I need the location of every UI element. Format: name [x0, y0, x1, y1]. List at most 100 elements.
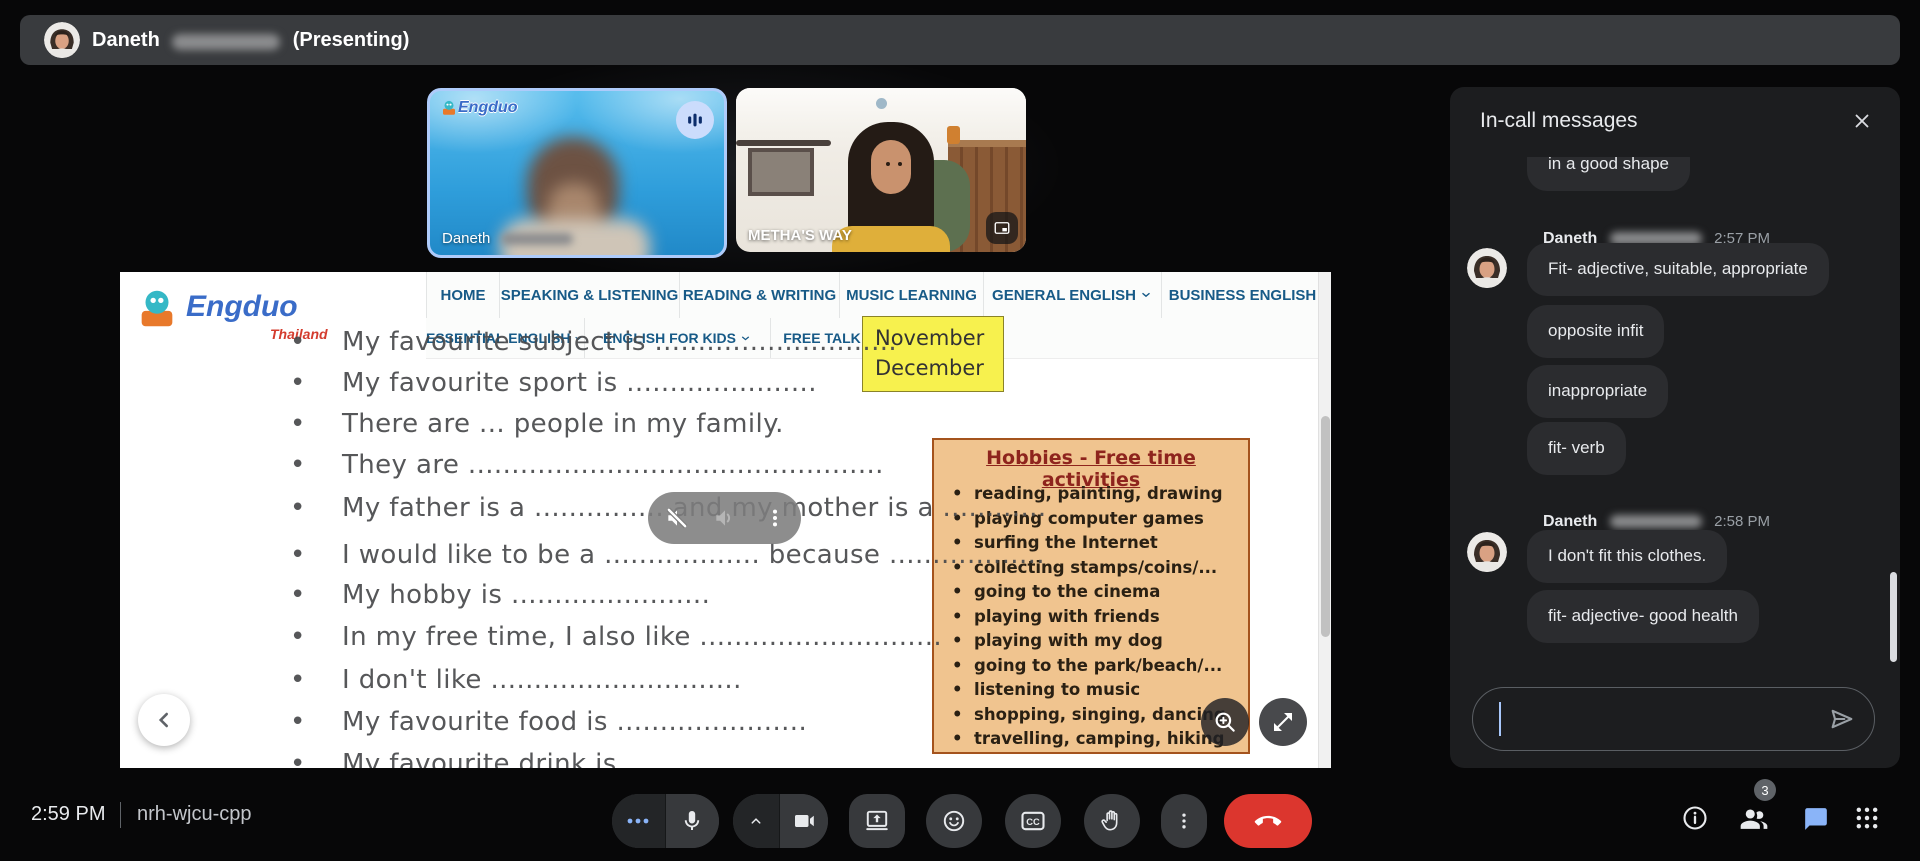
avatar [44, 22, 80, 58]
video-tile-methas-way[interactable]: METHA'S WAY [736, 88, 1026, 252]
microphone-control[interactable] [612, 794, 719, 848]
camera-off-button[interactable] [779, 794, 828, 848]
engduo-mascot-icon [141, 290, 173, 327]
divider [120, 802, 121, 828]
captions-button[interactable]: CC [1005, 794, 1061, 848]
participants-count-badge: 3 [1754, 779, 1776, 801]
engduo-watermark-text: Engduo [458, 99, 518, 116]
present-screen-icon [866, 810, 888, 831]
presentation-audio-controls[interactable] [648, 492, 801, 544]
chat-bubble: Fit- adjective, suitable, appropriate [1527, 243, 1829, 296]
presenter-name: Daneth [92, 29, 160, 51]
chevron-left-icon [158, 712, 169, 728]
presenting-label: Daneth (Presenting) [92, 29, 409, 52]
camera-options-segment[interactable] [733, 794, 780, 848]
nav-home[interactable]: HOME [426, 272, 499, 318]
camera-icon [794, 815, 814, 827]
chat-toggle-button[interactable] [1803, 806, 1829, 832]
nav-general-english[interactable]: GENERAL ENGLISH [983, 272, 1161, 318]
chat-bubble: opposite infit [1527, 305, 1665, 358]
redacted-surname [1609, 515, 1702, 529]
engduo-mascot-icon [443, 100, 455, 115]
raise-hand-button[interactable] [1084, 794, 1140, 848]
tile-name-text: Daneth [442, 230, 491, 247]
avatar-face-icon [44, 22, 80, 58]
redacted-surname [172, 33, 281, 50]
avatar-face-icon [1467, 532, 1507, 572]
volume-icon [716, 510, 731, 526]
in-call-messages-panel: In-call messages in a good shape Daneth … [1450, 87, 1900, 768]
scrollbar-track[interactable] [1318, 272, 1331, 768]
people-icon [1740, 809, 1768, 829]
hobbies-item: • shopping, singing, dancing [952, 704, 1226, 724]
person-eye [886, 162, 890, 166]
shared-screen-presentation[interactable]: HOME SPEAKING & LISTENING READING & WRIT… [120, 272, 1331, 768]
microphone-icon [685, 811, 700, 830]
chat-panel-title: In-call messages [1480, 109, 1638, 132]
chat-message-list[interactable]: in a good shape Daneth 2:57 PM Fit- adje… [1450, 157, 1886, 685]
smiley-icon [943, 810, 965, 832]
mute-microphone-button[interactable] [665, 794, 719, 848]
reactions-button[interactable] [926, 794, 982, 848]
nav-music-learning[interactable]: MUSIC LEARNING [839, 272, 983, 318]
camera-control[interactable] [733, 794, 828, 848]
participants-button[interactable] [1738, 802, 1770, 834]
hobbies-item: • going to the park/beach/... [952, 655, 1223, 675]
picture-in-picture-button[interactable] [986, 212, 1018, 244]
presenting-banner: Daneth (Presenting) [20, 15, 1900, 65]
window [748, 148, 814, 196]
person-face [871, 140, 911, 194]
scrollbar-thumb[interactable] [1321, 416, 1330, 637]
fullscreen-button[interactable] [1259, 698, 1307, 746]
more-options-icon [1182, 813, 1186, 829]
chat-bubble-icon [1805, 808, 1827, 830]
apps-grid-icon [1856, 807, 1878, 829]
meeting-details-button[interactable] [1681, 804, 1709, 832]
raise-hand-icon [1101, 810, 1118, 831]
zoom-in-button[interactable] [1201, 698, 1249, 746]
hobbies-box: Hobbies - Free time activities • reading… [932, 438, 1250, 754]
nav-speaking-listening[interactable]: SPEAKING & LISTENING [499, 272, 679, 318]
chat-timestamp: 2:58 PM [1714, 513, 1771, 530]
info-icon [1683, 806, 1707, 830]
hobbies-item: • travelling, camping, hiking [952, 729, 1225, 748]
site-logo-brand: Engduo [186, 290, 298, 323]
scroll-left-button[interactable] [138, 694, 190, 746]
chat-input[interactable] [1472, 687, 1875, 751]
audio-level-segment[interactable] [612, 794, 666, 848]
avatar [1467, 248, 1507, 288]
chevron-down-icon [1142, 292, 1150, 298]
tile-name-label: Daneth [442, 230, 573, 247]
present-screen-button[interactable] [849, 794, 905, 848]
person-eye [898, 162, 902, 166]
close-icon [1855, 114, 1869, 128]
meet-call-screen: { "top_banner": { "presenter_name": "Dan… [0, 0, 1920, 861]
audio-bars-icon [688, 113, 702, 127]
apps-button[interactable] [1853, 804, 1881, 832]
more-options-icon[interactable] [764, 507, 786, 529]
shelf-item [947, 126, 960, 144]
end-call-button[interactable] [1224, 794, 1312, 848]
volume-muted-icon[interactable] [664, 505, 690, 531]
chat-bubble: I don't fit this clothes. [1527, 530, 1728, 583]
chat-bubble: fit- adjective- good health [1527, 590, 1759, 643]
hobbies-item: • listening to music [952, 680, 1141, 699]
send-icon[interactable] [1828, 705, 1856, 733]
video-tile-daneth[interactable]: Engduo Daneth [427, 88, 727, 258]
chat-bubble: fit- verb [1527, 422, 1626, 475]
audio-dots-icon [627, 818, 649, 824]
more-options-button[interactable] [1161, 794, 1207, 848]
chat-scrollbar-thumb[interactable] [1890, 572, 1897, 662]
nav-business-english[interactable]: BUSINESS ENGLISH [1161, 272, 1331, 318]
clock: 2:59 PM [31, 803, 106, 825]
close-chat-button[interactable] [1846, 105, 1878, 137]
nav-reading-writing[interactable]: READING & WRITING [679, 272, 839, 318]
avatar [1467, 532, 1507, 572]
zoom-in-icon [1215, 712, 1235, 732]
audio-activity-indicator [676, 101, 714, 139]
redacted-surname [500, 233, 573, 246]
chat-bubble: in a good shape [1527, 157, 1690, 191]
hobbies-item: • playing with friends [952, 606, 1160, 626]
tile-name-label: METHA'S WAY [748, 227, 852, 244]
presenting-suffix: (Presenting) [292, 29, 410, 51]
